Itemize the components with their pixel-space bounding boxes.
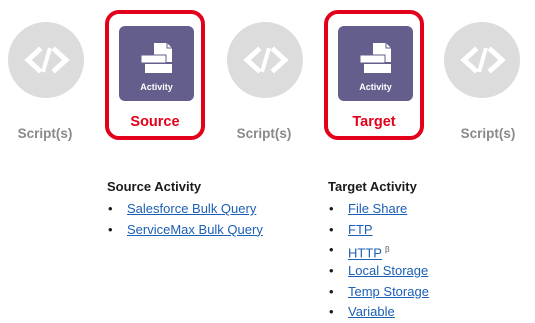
link-local-storage[interactable]: Local Storage [348, 263, 428, 278]
target-list-title: Target Activity [328, 179, 417, 194]
target-tile-text: Activity [359, 82, 392, 92]
link-ftp[interactable]: FTP [348, 222, 373, 237]
bullet: • [329, 304, 334, 320]
list-item: • Temp Storage [328, 282, 429, 303]
bullet: • [329, 263, 334, 279]
link-salesforce-bulk-query[interactable]: Salesforce Bulk Query [127, 201, 256, 216]
list-item: • HTTP β [328, 240, 429, 261]
script-label-1: Script(s) [17, 126, 73, 141]
list-item: • Variable [328, 302, 429, 323]
link-http[interactable]: HTTP [348, 246, 382, 261]
target-label: Target [352, 114, 396, 130]
script-node-3[interactable] [444, 22, 520, 98]
source-list-title: Source Activity [107, 179, 202, 194]
code-icon [243, 46, 289, 74]
link-temp-storage[interactable]: Temp Storage [348, 284, 429, 299]
source-activity-list: • Salesforce Bulk Query • ServiceMax Bul… [107, 199, 263, 240]
link-variable[interactable]: Variable [348, 304, 395, 319]
list-item: • Local Storage [328, 261, 429, 282]
script-label-3: Script(s) [460, 126, 516, 141]
script-node-1[interactable] [8, 22, 84, 98]
list-item: • FTP [328, 220, 429, 241]
bullet: • [108, 201, 113, 216]
code-icon [24, 46, 70, 74]
source-activity-tile: Activity [119, 26, 194, 101]
list-item: • File Share [328, 199, 429, 220]
link-servicemax-bulk-query[interactable]: ServiceMax Bulk Query [127, 222, 263, 237]
target-activity-tile: Activity [338, 26, 413, 101]
list-item: • Salesforce Bulk Query [107, 199, 263, 220]
beta-badge: β [384, 245, 390, 255]
list-item: • ServiceMax Bulk Query [107, 220, 263, 241]
bullet: • [329, 221, 334, 237]
target-activity-list: • File Share • FTP • HTTP β • Local Stora… [328, 199, 429, 323]
source-activity-box[interactable]: Activity Source [105, 10, 205, 140]
source-label: Source [130, 114, 180, 130]
code-icon [460, 46, 506, 74]
source-tile-text: Activity [140, 82, 173, 92]
target-activity-box[interactable]: Activity Target [324, 10, 424, 140]
bullet: • [329, 242, 334, 258]
link-file-share[interactable]: File Share [348, 201, 407, 216]
bullet: • [329, 201, 334, 216]
script-node-2[interactable] [227, 22, 303, 98]
bullet: • [108, 221, 113, 237]
bullet: • [329, 283, 334, 299]
script-label-2: Script(s) [236, 126, 292, 141]
